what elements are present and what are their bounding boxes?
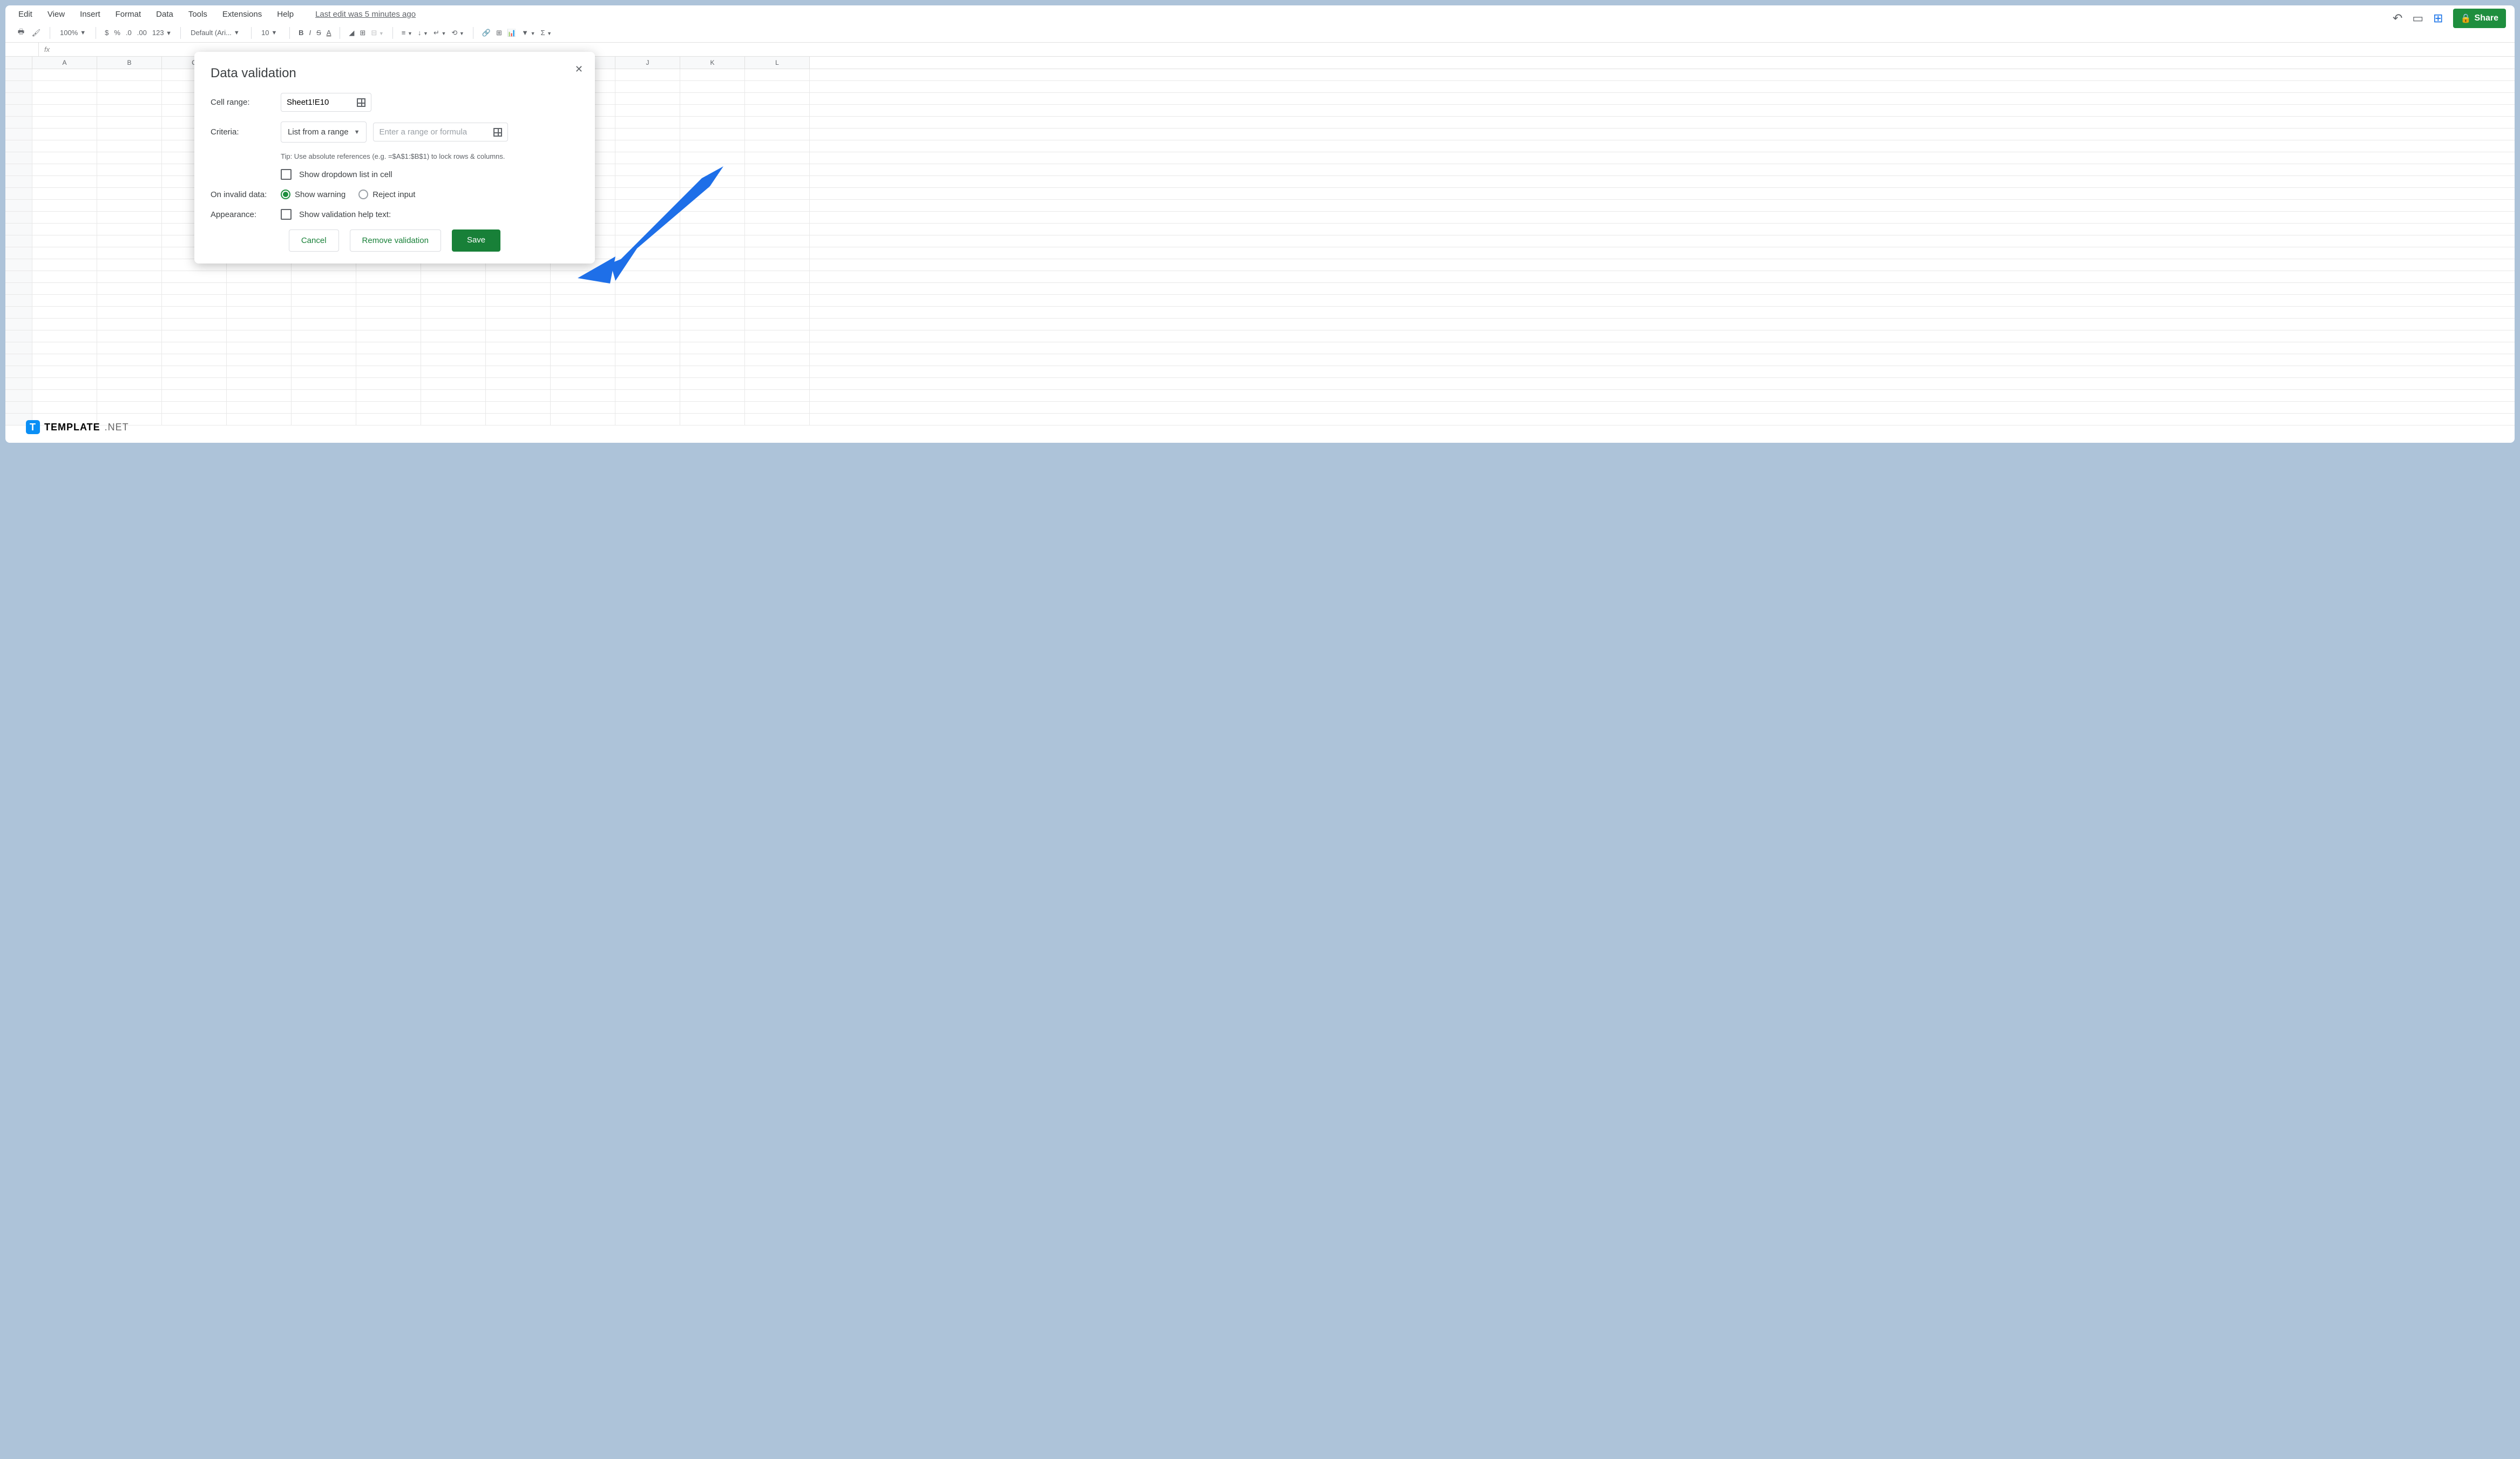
paint-format-icon[interactable]: 🖌 [31,28,41,38]
watermark-badge: T [26,420,40,434]
insert-chart-icon[interactable]: 📊 [507,29,516,37]
criteria-range-field[interactable]: Enter a range or formula [373,123,508,141]
show-help-checkbox[interactable] [281,209,292,220]
toolbar: 🖶 🖌 100%▼ $ % .0 .00 123 ▼ Default (Ari.… [5,23,2515,43]
show-warning-label: Show warning [295,190,346,199]
vertical-align-button[interactable]: ↓ ▼ [418,29,428,37]
menu-tools[interactable]: Tools [188,10,207,19]
cell-range-input[interactable] [287,98,351,107]
criteria-label: Criteria: [211,127,281,137]
watermark: T TEMPLATE .NET [26,420,129,434]
menu-help[interactable]: Help [277,10,294,19]
merge-cells-button[interactable]: ⊟ ▼ [371,29,383,37]
app-window: Edit View Insert Format Data Tools Exten… [5,5,2515,443]
lock-icon: 🔒 [2461,13,2471,24]
functions-icon[interactable]: Σ ▼ [541,29,552,37]
menu-insert[interactable]: Insert [80,10,100,19]
watermark-suffix: .NET [105,422,129,433]
decrease-decimal-icon[interactable]: .0 [126,29,132,37]
cancel-button[interactable]: Cancel [289,229,339,252]
fx-label: fx [39,45,55,53]
text-wrap-button[interactable]: ↵ ▼ [433,29,446,37]
increase-decimal-icon[interactable]: .00 [137,29,147,37]
share-button[interactable]: 🔒Share [2453,9,2506,28]
font-dropdown[interactable]: Default (Ari...▼ [186,26,246,39]
text-rotation-button[interactable]: ⟲ ▼ [451,29,464,37]
chevron-down-icon: ▼ [354,129,360,136]
column-header[interactable]: L [745,57,810,69]
column-header[interactable]: J [615,57,680,69]
show-dropdown-label: Show dropdown list in cell [299,170,392,179]
more-formats-dropdown[interactable]: 123 ▼ [152,29,172,37]
annotation-arrow [572,162,734,292]
horizontal-align-button[interactable]: ≡ ▼ [402,29,412,37]
menu-edit[interactable]: Edit [18,10,32,19]
save-button[interactable]: Save [452,229,500,252]
remove-validation-button[interactable]: Remove validation [350,229,441,252]
cell-range-label: Cell range: [211,98,281,107]
column-header[interactable]: A [32,57,97,69]
name-box[interactable] [5,43,39,56]
last-edit-link[interactable]: Last edit was 5 minutes ago [315,10,416,19]
show-warning-radio[interactable] [281,190,290,199]
dialog-title: Data validation [211,66,579,81]
strikethrough-button[interactable]: S [316,29,321,37]
menu-data[interactable]: Data [156,10,173,19]
text-color-button[interactable]: A [327,29,331,37]
comment-icon[interactable]: ▭ [2412,11,2423,25]
insert-comment-icon[interactable]: ⊞ [496,29,502,37]
history-icon[interactable]: ↶ [2393,11,2402,25]
criteria-dropdown[interactable]: List from a range ▼ [281,121,367,143]
percent-button[interactable]: % [114,29,120,37]
font-size-dropdown[interactable]: 10▼ [257,26,284,39]
criteria-range-placeholder: Enter a range or formula [379,127,467,137]
reject-input-label: Reject input [372,190,415,199]
on-invalid-label: On invalid data: [211,190,281,199]
data-validation-dialog: ✕ Data validation Cell range: Criteria: … [194,52,595,264]
menu-bar: Edit View Insert Format Data Tools Exten… [5,5,2515,23]
print-icon[interactable]: 🖶 [16,28,26,38]
insert-link-icon[interactable]: 🔗 [482,29,491,37]
menu-format[interactable]: Format [116,10,141,19]
zoom-dropdown[interactable]: 100%▼ [56,26,90,39]
top-right-actions: ↶ ▭ ⊞ 🔒Share [2393,9,2506,28]
menu-extensions[interactable]: Extensions [222,10,262,19]
meet-icon[interactable]: ⊞ [2433,11,2443,25]
watermark-brand: TEMPLATE [44,422,100,433]
menu-view[interactable]: View [48,10,65,19]
filter-icon[interactable]: ▼ ▼ [521,29,535,37]
show-help-label: Show validation help text: [299,210,391,219]
fill-color-button[interactable]: ◢ [349,29,354,37]
borders-button[interactable]: ⊞ [360,29,365,37]
column-header[interactable]: K [680,57,745,69]
italic-button[interactable]: I [309,29,311,37]
close-button[interactable]: ✕ [575,64,583,75]
currency-button[interactable]: $ [105,29,109,37]
grid-selector-icon[interactable] [493,128,502,137]
show-dropdown-checkbox[interactable] [281,169,292,180]
reject-input-radio[interactable] [358,190,368,199]
criteria-tip: Tip: Use absolute references (e.g. =$A$1… [281,152,579,160]
column-header[interactable] [5,57,32,69]
bold-button[interactable]: B [299,29,303,37]
column-header[interactable]: B [97,57,162,69]
appearance-label: Appearance: [211,210,281,219]
cell-range-field[interactable] [281,93,371,112]
grid-selector-icon[interactable] [357,98,365,107]
